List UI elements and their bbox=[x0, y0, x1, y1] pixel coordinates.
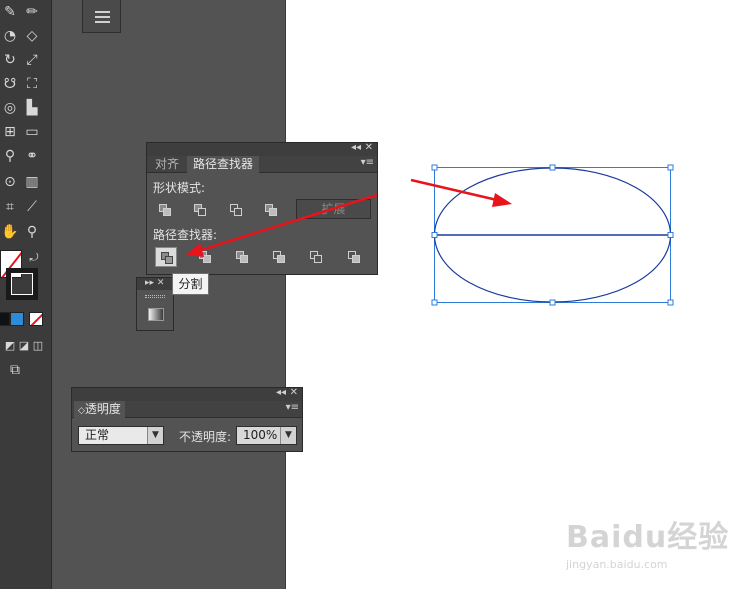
handle-middle-left[interactable] bbox=[431, 232, 438, 238]
arrow-to-ellipse-line bbox=[410, 178, 498, 202]
artwork-overlay bbox=[186, 164, 674, 306]
handle-middle-right[interactable] bbox=[667, 232, 674, 238]
handle-bottom-right[interactable] bbox=[667, 299, 674, 306]
watermark-url: jingyan.baidu.com bbox=[566, 558, 668, 571]
handle-top-left[interactable] bbox=[431, 164, 438, 171]
handle-top-right[interactable] bbox=[667, 164, 674, 171]
baidu-watermark: Baidu经验 jingyan.baidu.com bbox=[566, 512, 729, 571]
watermark-logo: Baidu经验 bbox=[566, 520, 730, 555]
arrowhead-icon bbox=[186, 243, 204, 257]
handle-top-center[interactable] bbox=[549, 164, 556, 171]
handle-bottom-center[interactable] bbox=[549, 299, 556, 306]
annotation-arrows bbox=[186, 178, 512, 257]
handle-bottom-left[interactable] bbox=[431, 299, 438, 306]
arrow-to-divide-line bbox=[197, 193, 378, 253]
arrowhead-icon bbox=[492, 193, 512, 207]
